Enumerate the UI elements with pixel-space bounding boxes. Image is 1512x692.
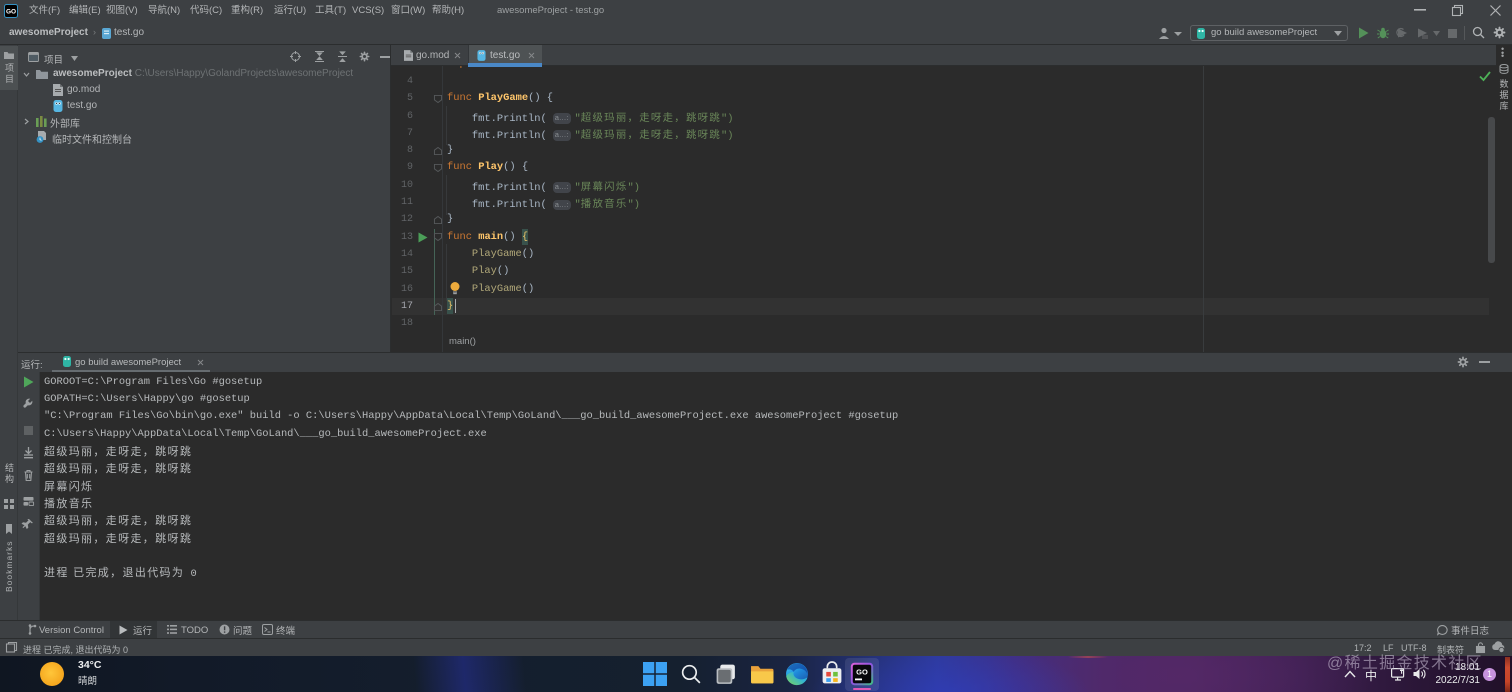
svg-text:GO: GO [6,9,16,16]
svg-text:GO: GO [856,668,868,677]
